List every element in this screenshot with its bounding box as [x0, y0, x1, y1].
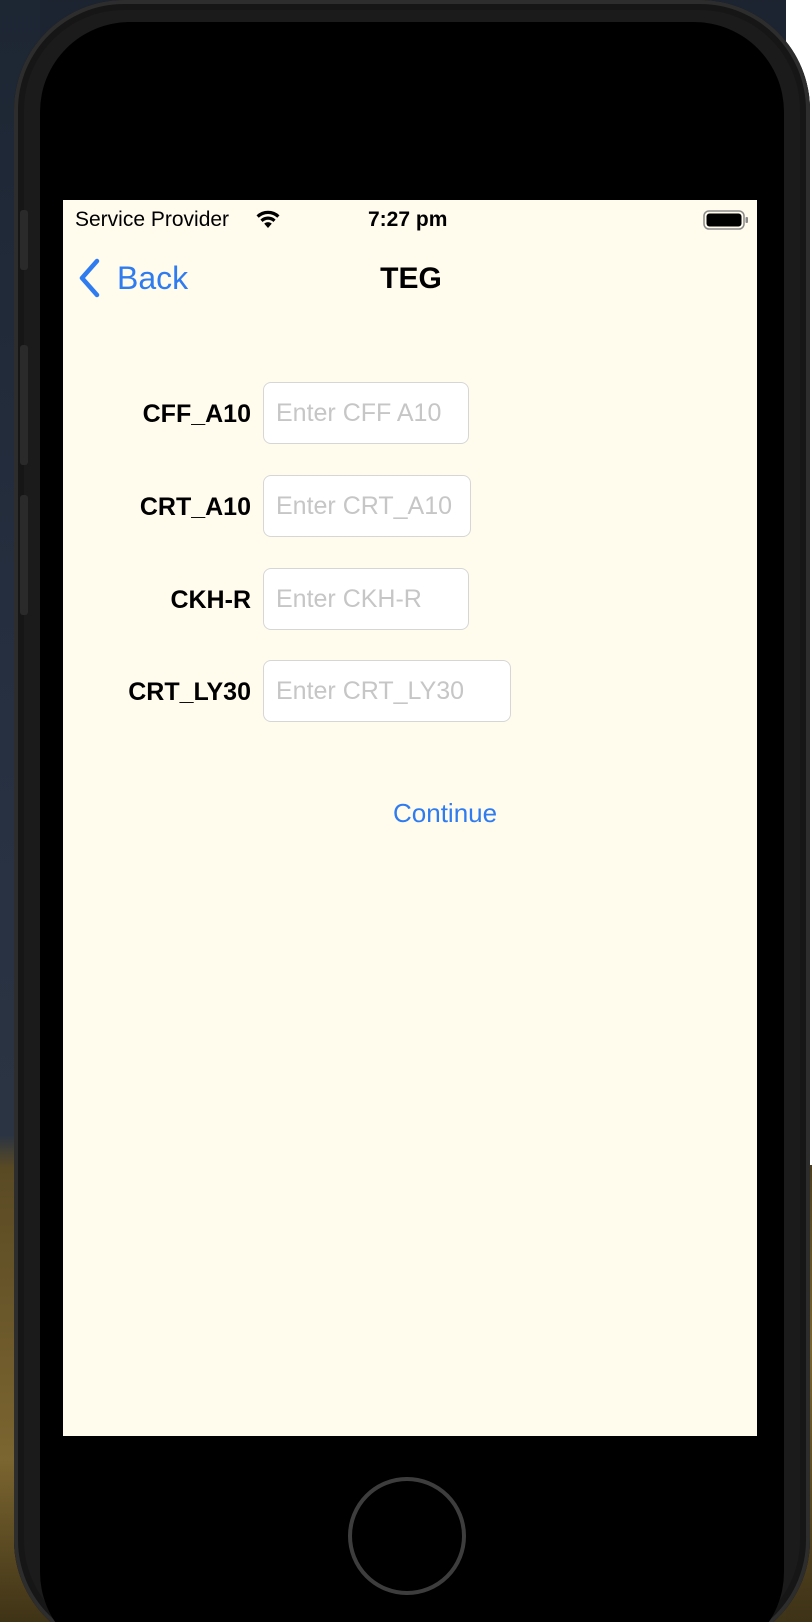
form-row-cff-a10: CFF_A10 [63, 382, 757, 446]
cff-a10-input[interactable] [263, 382, 469, 444]
form-row-crt-ly30: CRT_LY30 [63, 660, 757, 724]
ckh-r-input[interactable] [263, 568, 469, 630]
form-row-crt-a10: CRT_A10 [63, 475, 757, 539]
navigation-bar: Back TEG [63, 240, 757, 320]
form-row-ckh-r: CKH-R [63, 568, 757, 632]
page-title: TEG [380, 262, 442, 295]
mute-switch [20, 210, 28, 270]
volume-up-button [20, 345, 28, 465]
status-bar: Service Provider 7:27 pm [63, 200, 757, 240]
clock-time: 7:27 pm [368, 208, 448, 231]
crt-a10-input[interactable] [263, 475, 471, 537]
crt-ly30-input[interactable] [263, 660, 511, 722]
battery-full-icon [703, 210, 748, 230]
ckh-r-label: CKH-R [170, 586, 251, 614]
crt-ly30-label: CRT_LY30 [128, 678, 251, 706]
wifi-icon [256, 210, 280, 228]
home-button[interactable] [348, 1477, 466, 1595]
cff-a10-label: CFF_A10 [142, 400, 251, 428]
volume-down-button [20, 495, 28, 615]
app-screen: Service Provider 7:27 pm Back TEG CFF_A1… [63, 200, 757, 1436]
crt-a10-label: CRT_A10 [139, 493, 251, 521]
carrier-label: Service Provider [75, 208, 230, 231]
continue-button[interactable]: Continue [393, 798, 497, 829]
